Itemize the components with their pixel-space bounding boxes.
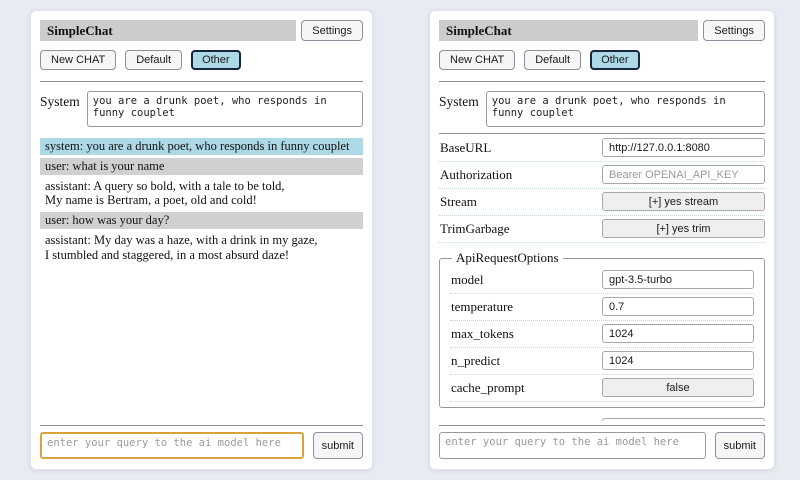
setting-label-BaseURL: BaseURL xyxy=(439,140,602,156)
system-prompt-row: System you are a drunk poet, who respond… xyxy=(439,91,765,127)
chat-message-user: user: what is your name xyxy=(40,158,363,175)
setting-label-max_tokens: max_tokens xyxy=(450,326,602,342)
setting-label-temperature: temperature xyxy=(450,299,602,315)
settings-list: BaseURL Authorization Stream[+] yes stream… xyxy=(439,135,765,421)
chat-header: SimpleChat Settings xyxy=(40,20,363,41)
chat-panel: SimpleChat Settings New CHAT Default Oth… xyxy=(30,10,373,470)
setting-row-TrimGarbage: TrimGarbage[+] yes trim xyxy=(439,216,765,243)
setting-select-wrap-ApiEndPoint: Chat⌄ xyxy=(602,417,765,421)
setting-input-model[interactable] xyxy=(602,270,754,289)
submit-button[interactable]: submit xyxy=(715,432,765,459)
setting-label-Stream: Stream xyxy=(439,194,602,210)
chat-message-assistant: assistant: A query so bold, with a tale … xyxy=(40,178,363,210)
api-request-options-fieldset: ApiRequestOptions model temperature max_to… xyxy=(439,250,765,408)
setting-row-n_predict: n_predict xyxy=(450,348,754,375)
system-label: System xyxy=(439,91,479,110)
new-chat-button[interactable]: New CHAT xyxy=(439,50,515,70)
query-row: submit xyxy=(439,432,765,459)
session-button-default[interactable]: Default xyxy=(125,50,182,70)
setting-row-ApiEndPoint: ApiEndPointChat⌄ xyxy=(439,414,765,421)
chat-message-system: system: you are a drunk poet, who respon… xyxy=(40,138,363,155)
session-buttons: New CHAT Default Other xyxy=(439,50,765,70)
setting-row-cache_prompt: cache_promptfalse xyxy=(450,375,754,402)
setting-label-TrimGarbage: TrimGarbage xyxy=(439,221,602,237)
query-input[interactable] xyxy=(40,432,304,459)
setting-row-BaseURL: BaseURL xyxy=(439,135,765,162)
app-title: SimpleChat xyxy=(40,20,296,41)
divider xyxy=(439,133,765,134)
setting-input-max_tokens[interactable] xyxy=(602,324,754,343)
fieldset-legend: ApiRequestOptions xyxy=(452,250,563,266)
setting-toggle-TrimGarbage[interactable]: [+] yes trim xyxy=(602,219,765,238)
settings-rows-fieldset: model temperature max_tokens n_predictcache… xyxy=(450,267,754,402)
setting-label-n_predict: n_predict xyxy=(450,353,602,369)
setting-row-model: model xyxy=(450,267,754,294)
settings-rows-bottom: ApiEndPointChat⌄ChatHistoryInCtxtLast1⌄C… xyxy=(439,414,765,421)
settings-button[interactable]: Settings xyxy=(703,20,765,41)
setting-select-ApiEndPoint[interactable]: Chat xyxy=(602,418,765,422)
chat-message-user: user: how was your day? xyxy=(40,212,363,229)
divider xyxy=(439,81,765,82)
divider xyxy=(439,425,765,426)
setting-input-temperature[interactable] xyxy=(602,297,754,316)
session-button-other[interactable]: Other xyxy=(590,50,640,70)
chat-messages: system: you are a drunk poet, who respon… xyxy=(40,138,363,421)
chat-message-assistant: assistant: My day was a haze, with a dri… xyxy=(40,232,363,264)
system-prompt-input[interactable]: you are a drunk poet, who responds in fu… xyxy=(87,91,363,127)
setting-row-temperature: temperature xyxy=(450,294,754,321)
setting-row-Stream: Stream[+] yes stream xyxy=(439,189,765,216)
settings-panel: SimpleChat Settings New CHAT Default Oth… xyxy=(429,10,775,470)
setting-input-BaseURL[interactable] xyxy=(602,138,765,157)
settings-rows-top: BaseURL Authorization Stream[+] yes stream… xyxy=(439,135,765,243)
settings-button[interactable]: Settings xyxy=(301,20,363,41)
setting-row-Authorization: Authorization xyxy=(439,162,765,189)
setting-toggle-cache_prompt[interactable]: false xyxy=(602,378,754,397)
setting-input-Authorization[interactable] xyxy=(602,165,765,184)
settings-header: SimpleChat Settings xyxy=(439,20,765,41)
setting-row-max_tokens: max_tokens xyxy=(450,321,754,348)
system-prompt-input[interactable]: you are a drunk poet, who responds in fu… xyxy=(486,91,765,127)
session-button-default[interactable]: Default xyxy=(524,50,581,70)
app-title: SimpleChat xyxy=(439,20,698,41)
setting-label-ApiEndPoint: ApiEndPoint xyxy=(439,419,602,421)
setting-label-Authorization: Authorization xyxy=(439,167,602,183)
session-button-other[interactable]: Other xyxy=(191,50,241,70)
session-buttons: New CHAT Default Other xyxy=(40,50,363,70)
setting-label-cache_prompt: cache_prompt xyxy=(450,380,602,396)
submit-button[interactable]: submit xyxy=(313,432,363,459)
setting-toggle-Stream[interactable]: [+] yes stream xyxy=(602,192,765,211)
system-label: System xyxy=(40,91,80,110)
system-prompt-row: System you are a drunk poet, who respond… xyxy=(40,91,363,127)
divider xyxy=(40,425,363,426)
query-row: submit xyxy=(40,432,363,459)
divider xyxy=(40,81,363,82)
setting-label-model: model xyxy=(450,272,602,288)
setting-input-n_predict[interactable] xyxy=(602,351,754,370)
new-chat-button[interactable]: New CHAT xyxy=(40,50,116,70)
query-input[interactable] xyxy=(439,432,706,459)
